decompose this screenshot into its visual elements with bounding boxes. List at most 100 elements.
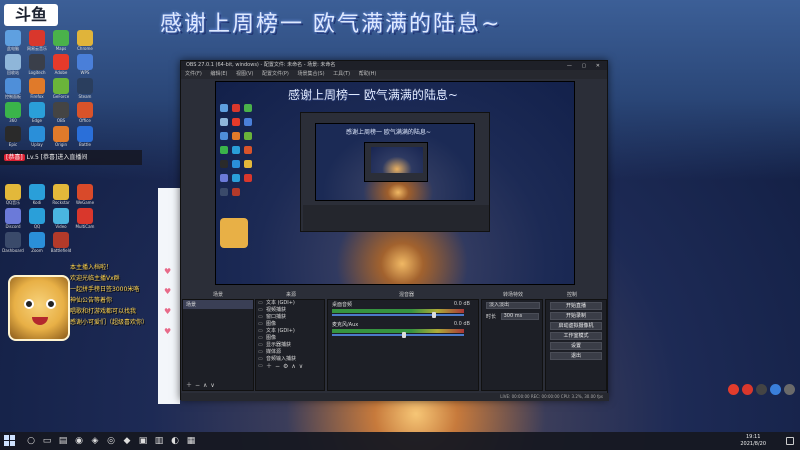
mini-icon [220, 174, 228, 182]
studio-mode-button[interactable]: 工作室模式 [550, 332, 602, 340]
scenes-header: 场景 [213, 292, 224, 298]
mixer-header: 混音器 [399, 292, 415, 298]
obs-titlebar[interactable]: OBS 27.0.1 (64-bit, windows) - 配置文件: 未命名… [181, 61, 607, 70]
volume-fader[interactable] [332, 314, 464, 316]
nested-obs-window-2 [364, 142, 428, 182]
menu-edit[interactable]: 编辑(E) [210, 71, 227, 77]
source-item[interactable]: 图像 [256, 321, 324, 328]
app-taskbar-icon[interactable]: ▣ [138, 436, 148, 446]
steam-icon[interactable]: ◈ [90, 436, 100, 446]
window-controls[interactable]: — ▢ ✕ [567, 62, 604, 71]
transition-select[interactable]: 淡入淡出 [486, 302, 540, 309]
mini-icon [232, 132, 240, 140]
desktop-icon-label: 360 [9, 118, 17, 123]
desktop-icon-label: WeGame [75, 200, 95, 205]
mini-icon [220, 146, 228, 154]
desktop-icon-label: Epic [8, 142, 18, 147]
scenes-panel: 场景 ＋−∧∨ [182, 299, 254, 391]
menu-file[interactable]: 文件(F) [185, 71, 202, 77]
source-item[interactable]: 视频捕获 [256, 307, 324, 314]
source-item[interactable]: 文本 (GDI+) [256, 300, 324, 307]
start-recording-button[interactable]: 开始录制 [550, 312, 602, 320]
menu-profile[interactable]: 配置文件(P) [262, 71, 289, 77]
source-item[interactable]: 窗口捕获 [256, 314, 324, 321]
desktop-icon-label: Battle [79, 142, 91, 147]
menu-help[interactable]: 帮助(H) [359, 71, 377, 77]
windows-start-icon[interactable] [4, 435, 16, 447]
app-taskbar-icon[interactable]: ▦ [186, 436, 196, 446]
source-item[interactable]: 音频输入捕获 [256, 356, 324, 363]
app-icon[interactable] [770, 384, 781, 395]
desktop-icon[interactable]: MultiCam [72, 208, 98, 236]
preview-title: 感谢上周榜一 欧气满满的陆息~ [288, 88, 458, 102]
app-icon[interactable] [756, 384, 767, 395]
source-item[interactable]: 图像 [256, 335, 324, 342]
app-icon [53, 30, 69, 46]
app-icon[interactable] [784, 384, 795, 395]
mini-icon [232, 174, 240, 182]
settings-button[interactable]: 设置 [550, 342, 602, 350]
desktop-icon-label: Zoom [31, 248, 43, 253]
app-icon [29, 232, 45, 248]
explorer-icon[interactable]: ▤ [58, 436, 68, 446]
menu-tools[interactable]: 工具(T) [333, 71, 350, 77]
source-item[interactable]: 文本 (GDI+) [256, 328, 324, 335]
sources-toolbar[interactable]: ＋−⚙∧∨ [256, 363, 324, 370]
desktop-icon-label: Origin [54, 142, 68, 147]
desktop-icon[interactable]: Zoom [24, 232, 50, 260]
scenes-toolbar[interactable]: ＋−∧∨ [183, 382, 253, 390]
floating-app-icons [728, 384, 798, 396]
desktop-icon-label: QQ音乐 [5, 200, 21, 205]
track-db: 0.0 dB [453, 321, 470, 327]
desktop-icon[interactable]: Battlefield [48, 232, 74, 260]
mini-icon [244, 132, 252, 140]
transitions-header: 转场特效 [503, 292, 524, 298]
duration-input[interactable]: 300 ms [500, 313, 539, 320]
taskbar-clock[interactable]: 19:11 2021/8/20 [740, 434, 766, 448]
start-streaming-button[interactable]: 开始直播 [550, 302, 602, 310]
desktop-icon-label: Edge [31, 118, 43, 123]
chrome-icon[interactable]: ◉ [74, 436, 84, 446]
desktop-icon-label: 回收站 [7, 70, 19, 75]
app-icon [77, 184, 93, 200]
desktop-icon[interactable]: Dashboard [0, 232, 26, 260]
nested-preview-2 [371, 147, 423, 173]
source-item[interactable]: 媒体源 [256, 349, 324, 356]
app-icon[interactable] [728, 384, 739, 395]
app-icon [53, 78, 69, 94]
menu-scene-collection[interactable]: 场景集合(S) [297, 71, 324, 77]
desktop-icon-label: Firefox [30, 94, 44, 99]
douyu-taskbar-icon[interactable]: ◆ [122, 436, 132, 446]
source-item[interactable]: 显示器捕获 [256, 342, 324, 349]
scene-item[interactable]: 场景 [183, 300, 253, 309]
task-view-icon[interactable]: ▭ [42, 436, 52, 446]
mini-mascot [220, 218, 248, 248]
desktop-icon-label: Steam [78, 94, 92, 99]
app-taskbar-icon[interactable]: ◐ [170, 436, 180, 446]
fader-knob[interactable] [431, 312, 436, 318]
desktop-icon-label: 此电脑 [7, 46, 19, 51]
mascot-eye-right [46, 299, 56, 309]
app-taskbar-icon[interactable]: ▥ [154, 436, 164, 446]
app-icon [5, 208, 21, 224]
volume-fader[interactable] [332, 334, 464, 336]
mini-icon [244, 118, 252, 126]
exit-button[interactable]: 退出 [550, 352, 602, 360]
sources-panel: 文本 (GDI+) 视频捕获 窗口捕获 图像 文本 (GDI+) 图像 显示器捕… [255, 299, 325, 391]
transition-type-row: 淡入淡出 [482, 300, 542, 311]
app-icon[interactable] [742, 384, 753, 395]
notice-tag: [恭喜] [4, 154, 25, 161]
desktop-icon-label: 网易云音乐 [27, 46, 47, 51]
taskbar: ○ ▭ ▤ ◉ ◈ ◎ ◆ ▣ ▥ ◐ ▦ 19:11 2021/8/20 [0, 432, 800, 450]
fader-knob[interactable] [402, 332, 407, 338]
app-icon [29, 30, 45, 46]
virtual-camera-button[interactable]: 启动虚拟摄像机 [550, 322, 602, 330]
obs-menubar: 文件(F) 编辑(E) 视图(V) 配置文件(P) 场景集合(S) 工具(T) … [181, 70, 607, 79]
notification-icon[interactable] [786, 437, 794, 445]
nested-obs-window: 感谢上周榜一 欧气满满的陆息~ [300, 112, 490, 232]
obs-taskbar-icon[interactable]: ◎ [106, 436, 116, 446]
menu-view[interactable]: 视图(V) [236, 71, 253, 77]
volume-meter [332, 329, 464, 333]
search-icon[interactable]: ○ [26, 436, 36, 446]
obs-preview[interactable]: 感谢上周榜一 欧气满满的陆息~ 感谢上周榜一 欧气满满的陆息~ [215, 81, 575, 285]
